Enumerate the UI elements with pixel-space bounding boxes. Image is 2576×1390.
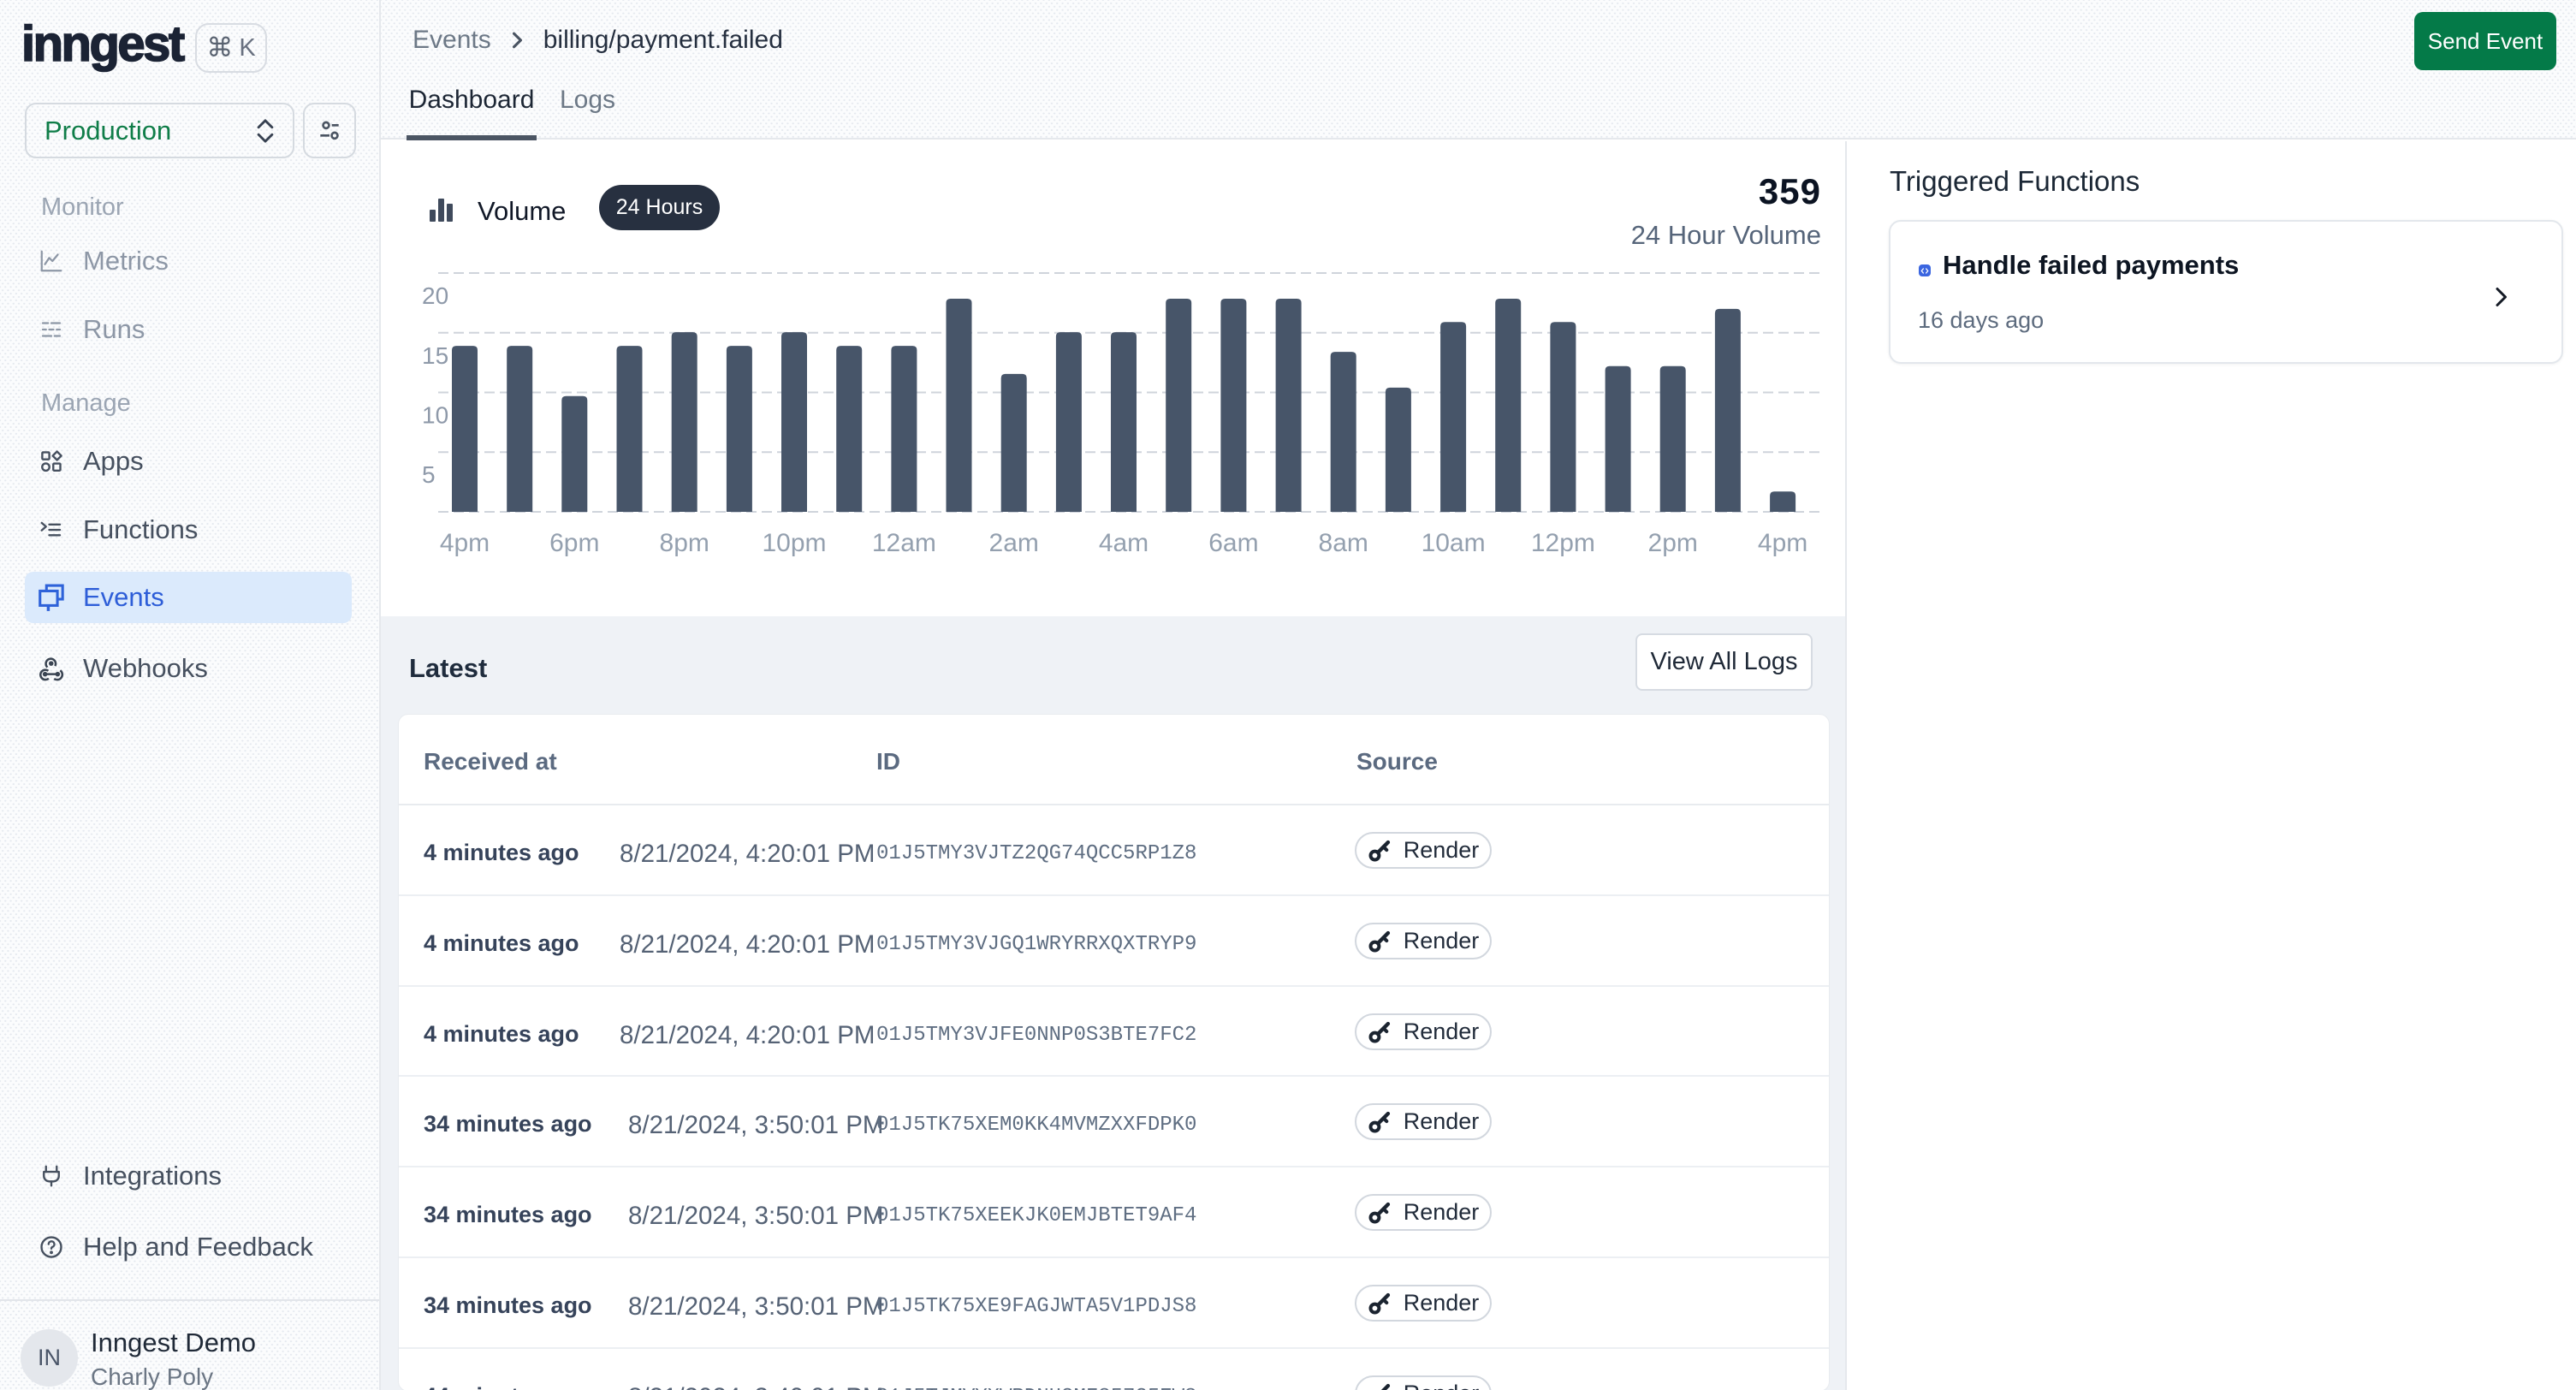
svg-text:15: 15 xyxy=(422,342,448,369)
svg-text:2pm: 2pm xyxy=(1648,529,1698,557)
svg-text:8am: 8am xyxy=(1319,529,1368,557)
svg-text:12pm: 12pm xyxy=(1531,529,1595,557)
svg-text:10am: 10am xyxy=(1422,529,1486,557)
svg-text:10pm: 10pm xyxy=(762,529,826,557)
svg-text:10: 10 xyxy=(422,402,448,429)
svg-text:2am: 2am xyxy=(989,529,1039,557)
svg-text:5: 5 xyxy=(422,461,436,488)
svg-text:6pm: 6pm xyxy=(549,529,599,557)
svg-text:4pm: 4pm xyxy=(440,529,490,557)
svg-text:8pm: 8pm xyxy=(660,529,709,557)
svg-text:6am: 6am xyxy=(1208,529,1258,557)
svg-text:12am: 12am xyxy=(872,529,936,557)
svg-text:4am: 4am xyxy=(1099,529,1149,557)
svg-text:4pm: 4pm xyxy=(1758,529,1807,557)
svg-text:20: 20 xyxy=(422,282,448,309)
